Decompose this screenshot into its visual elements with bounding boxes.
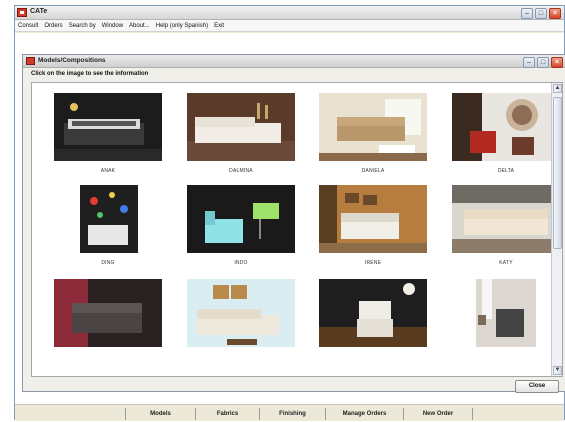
sofa-photo-icon[interactable] <box>54 93 162 161</box>
model-label: DING <box>101 260 115 266</box>
menu-item-window[interactable]: Window <box>102 23 123 29</box>
vertical-scrollbar[interactable]: ▲ ▼ <box>551 83 562 376</box>
maximize-icon[interactable]: □ <box>535 8 547 19</box>
menu-item-search-by[interactable]: Search by <box>69 23 96 29</box>
scroll-up-icon[interactable]: ▲ <box>553 84 562 93</box>
tab-finishing[interactable]: Finishing <box>259 408 325 420</box>
menu-item-about[interactable]: About... <box>129 23 150 29</box>
app-title: CATe <box>30 8 48 15</box>
menu-item-help[interactable]: Help (only Spanish) <box>156 23 208 29</box>
model-label: INDO <box>234 260 248 266</box>
menu-item-orders[interactable]: Orders <box>44 23 62 29</box>
minimize-icon[interactable]: – <box>523 57 535 68</box>
menu-item-consult[interactable]: Consult <box>18 23 38 29</box>
armchair-photo-icon[interactable] <box>452 93 560 161</box>
armchair-photo-icon[interactable] <box>452 279 560 347</box>
child-window-title: Models/Compositions <box>38 57 106 64</box>
main-titlebar: CATe – □ × <box>15 6 564 20</box>
armchair-photo-icon[interactable] <box>54 185 162 253</box>
armchair-photo-icon[interactable] <box>319 279 427 347</box>
bottom-tab-bar: Models Fabrics Finishing Manage Orders N… <box>15 404 564 421</box>
instruction-text: Click on the image to see the informatio… <box>31 71 149 77</box>
close-icon[interactable]: × <box>551 57 563 68</box>
main-window-controls: – □ × <box>521 8 561 19</box>
child-titlebar: Models/Compositions – □ × <box>23 55 565 68</box>
model-label: IRENE <box>364 260 382 266</box>
tab-models[interactable]: Models <box>125 408 195 420</box>
main-window: CATe – □ × Consult Orders Search by Wind… <box>14 5 565 421</box>
armchair-photo-icon[interactable] <box>187 185 295 253</box>
sofa-photo-icon[interactable] <box>187 279 295 347</box>
sofa-photo-icon[interactable] <box>187 93 295 161</box>
child-window-controls: – □ × <box>523 57 563 68</box>
tab-new-order[interactable]: New Order <box>403 408 473 420</box>
close-button[interactable]: Close <box>515 380 559 393</box>
model-label: DALMINA <box>229 168 253 174</box>
minimize-icon[interactable]: – <box>521 8 533 19</box>
child-window-icon <box>26 57 35 65</box>
model-label: DANIELA <box>361 168 385 174</box>
model-label: KATY <box>499 260 513 266</box>
model-gallery: ANAK DALMINA DANIELA DELTA DING INDO IRE… <box>31 82 563 377</box>
model-label: ANAK <box>100 168 116 174</box>
app-icon <box>17 8 27 17</box>
menubar: Consult Orders Search by Window About...… <box>15 20 564 32</box>
sofa-photo-icon[interactable] <box>319 93 427 161</box>
sofa-photo-icon[interactable] <box>452 185 560 253</box>
scroll-down-icon[interactable]: ▼ <box>553 366 562 375</box>
menu-item-exit[interactable]: Exit <box>214 23 224 29</box>
close-icon[interactable]: × <box>549 8 561 19</box>
model-label: DELTA <box>497 168 515 174</box>
sofa-photo-icon[interactable] <box>54 279 162 347</box>
tab-fabrics[interactable]: Fabrics <box>195 408 259 420</box>
model-grid: ANAK DALMINA DANIELA DELTA DING INDO IRE… <box>32 83 560 376</box>
tab-manage-orders[interactable]: Manage Orders <box>325 408 403 420</box>
maximize-icon[interactable]: □ <box>537 57 549 68</box>
scroll-thumb[interactable] <box>553 97 562 249</box>
sofa-photo-icon[interactable] <box>319 185 427 253</box>
models-compositions-window: Models/Compositions – □ × Click on the i… <box>22 54 565 393</box>
